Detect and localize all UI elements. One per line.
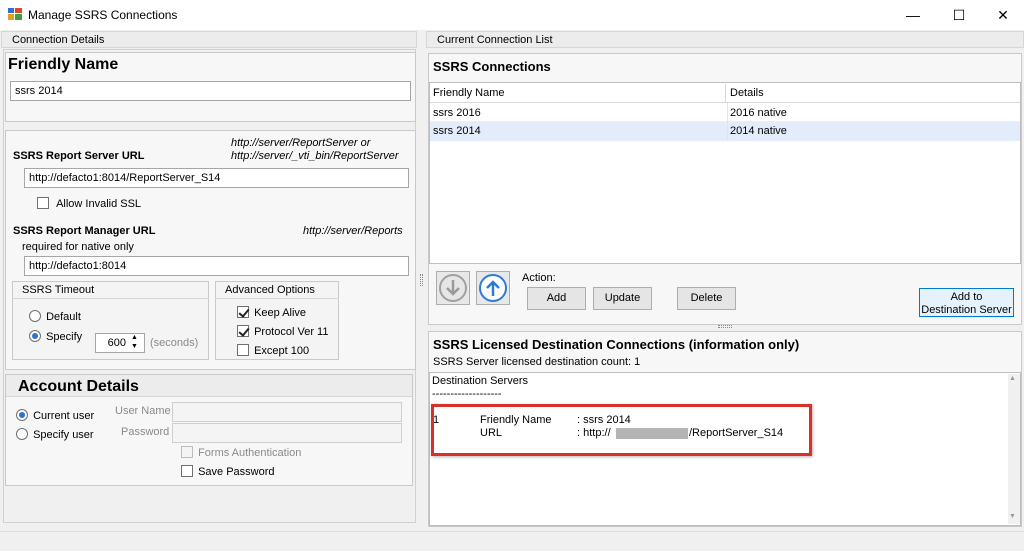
highlight-box bbox=[431, 404, 812, 456]
user-name-label: User Name bbox=[115, 405, 171, 417]
except-100-checkbox[interactable]: Except 100 bbox=[237, 344, 309, 359]
save-password-checkbox[interactable]: Save Password bbox=[181, 465, 275, 480]
column-header-friendly-name[interactable]: Friendly Name bbox=[430, 84, 726, 103]
password-input[interactable] bbox=[172, 423, 402, 443]
arrow-down-icon bbox=[439, 274, 467, 302]
report-manager-url-input[interactable]: http://defacto1:8014 bbox=[24, 256, 409, 276]
allow-invalid-ssl-checkbox[interactable]: Allow Invalid SSL bbox=[37, 197, 141, 212]
destination-scrollbar[interactable] bbox=[1008, 374, 1020, 524]
friendly-name-input[interactable]: ssrs 2014 bbox=[10, 81, 411, 101]
table-row[interactable] bbox=[430, 103, 1020, 122]
timeout-default-label: Default bbox=[46, 311, 81, 323]
destination-servers-rule: ------------------- bbox=[432, 388, 502, 400]
maximize-icon: ☐ bbox=[952, 7, 966, 23]
ssrs-connections-title: SSRS Connections bbox=[433, 59, 551, 74]
horizontal-splitter-handle[interactable] bbox=[718, 325, 732, 328]
delete-button[interactable]: Delete bbox=[677, 287, 736, 310]
vertical-splitter-handle[interactable] bbox=[420, 274, 423, 286]
move-up-button[interactable] bbox=[476, 271, 510, 305]
update-button[interactable]: Update bbox=[593, 287, 652, 310]
protocol-ver-checkbox[interactable]: Protocol Ver 11 bbox=[237, 325, 328, 340]
current-user-radio[interactable]: Current user bbox=[16, 409, 94, 424]
friendly-name-title: Friendly Name bbox=[8, 56, 119, 73]
forms-authentication-checkbox[interactable]: Forms Authentication bbox=[181, 446, 301, 461]
timeout-unit-label: (seconds) bbox=[150, 337, 199, 349]
window-title: Manage SSRS Connections bbox=[28, 8, 178, 22]
maximize-button[interactable]: ☐ bbox=[936, 0, 982, 30]
scroll-down-icon[interactable]: ▼ bbox=[1009, 513, 1016, 520]
report-server-url-label: SSRS Report Server URL bbox=[13, 150, 145, 162]
add-button[interactable]: Add bbox=[527, 287, 586, 310]
destination-servers-header: Destination Servers bbox=[432, 375, 528, 387]
user-name-input[interactable] bbox=[172, 402, 402, 422]
scroll-up-icon[interactable]: ▲ bbox=[1009, 375, 1016, 382]
title-bar: Manage SSRS Connections — ☐ ✕ bbox=[0, 0, 1024, 30]
licensed-destination-count: SSRS Server licensed destination count: … bbox=[433, 356, 641, 368]
add-to-destination-server-button[interactable]: Add to Destination Server bbox=[919, 288, 1014, 317]
move-down-button[interactable] bbox=[436, 271, 470, 305]
timeout-title: SSRS Timeout bbox=[12, 281, 209, 299]
current-user-label: Current user bbox=[33, 410, 95, 422]
keep-alive-checkbox[interactable]: Keep Alive bbox=[237, 306, 306, 321]
stepper-arrows-icon[interactable]: ▲ ▼ bbox=[131, 333, 138, 351]
row-friendly-name: ssrs 2016 bbox=[433, 107, 481, 119]
specify-user-label: Specify user bbox=[33, 429, 94, 441]
report-manager-hint: http://server/Reports bbox=[303, 225, 403, 237]
advanced-options-title: Advanced Options bbox=[215, 281, 339, 299]
add-to-destination-line1: Add to bbox=[950, 291, 983, 303]
action-label: Action: bbox=[522, 272, 556, 284]
timeout-default-radio-dot[interactable] bbox=[29, 310, 41, 322]
allow-invalid-ssl-box[interactable] bbox=[37, 197, 49, 209]
save-password-box[interactable] bbox=[181, 465, 193, 477]
close-icon: ✕ bbox=[997, 7, 1009, 23]
add-to-destination-line2: Destination Server bbox=[921, 304, 1012, 316]
timeout-specify-label: Specify bbox=[46, 331, 83, 343]
licensed-destination-title: SSRS Licensed Destination Connections (i… bbox=[433, 337, 800, 352]
app-icon bbox=[8, 8, 22, 20]
timeout-specify-radio[interactable]: Specify bbox=[29, 330, 82, 345]
keep-alive-label: Keep Alive bbox=[254, 307, 307, 319]
report-manager-sub-label: required for native only bbox=[22, 241, 134, 253]
forms-authentication-label: Forms Authentication bbox=[198, 447, 302, 459]
current-user-radio-dot[interactable] bbox=[16, 409, 28, 421]
connection-details-header: Connection Details bbox=[1, 31, 417, 48]
keep-alive-box[interactable] bbox=[237, 306, 249, 318]
minimize-button[interactable]: — bbox=[890, 0, 936, 30]
row-friendly-name: ssrs 2014 bbox=[433, 125, 481, 137]
server-url-hint-2: http://server/_vti_bin/ReportServer bbox=[231, 150, 399, 162]
account-details-title: Account Details bbox=[18, 378, 139, 395]
password-label: Password bbox=[121, 426, 170, 438]
server-url-hint-1: http://server/ReportServer or bbox=[231, 137, 371, 149]
column-header-details[interactable]: Details bbox=[727, 84, 1019, 103]
report-server-url-input[interactable]: http://defacto1:8014/ReportServer_S14 bbox=[24, 168, 409, 188]
report-manager-url-label: SSRS Report Manager URL bbox=[13, 225, 156, 237]
save-password-label: Save Password bbox=[198, 466, 275, 478]
timeout-default-radio[interactable]: Default bbox=[29, 310, 81, 325]
allow-invalid-ssl-label: Allow Invalid SSL bbox=[56, 198, 142, 210]
specify-user-radio-dot[interactable] bbox=[16, 428, 28, 440]
except-100-label: Except 100 bbox=[254, 345, 310, 357]
arrow-up-icon bbox=[479, 274, 507, 302]
specify-user-radio[interactable]: Specify user bbox=[16, 428, 94, 443]
timeout-specify-radio-dot[interactable] bbox=[29, 330, 41, 342]
close-button[interactable]: ✕ bbox=[980, 0, 1024, 30]
protocol-ver-label: Protocol Ver 11 bbox=[254, 326, 329, 338]
row-details: 2014 native bbox=[730, 125, 787, 137]
protocol-ver-box[interactable] bbox=[237, 325, 249, 337]
forms-authentication-box[interactable] bbox=[181, 446, 193, 458]
column-divider bbox=[727, 103, 728, 141]
table-row-selected[interactable] bbox=[430, 122, 1020, 141]
except-100-box[interactable] bbox=[237, 344, 249, 356]
status-strip bbox=[0, 531, 1024, 551]
row-details: 2016 native bbox=[730, 107, 787, 119]
minimize-icon: — bbox=[906, 7, 920, 23]
current-connection-list-header: Current Connection List bbox=[426, 31, 1024, 48]
